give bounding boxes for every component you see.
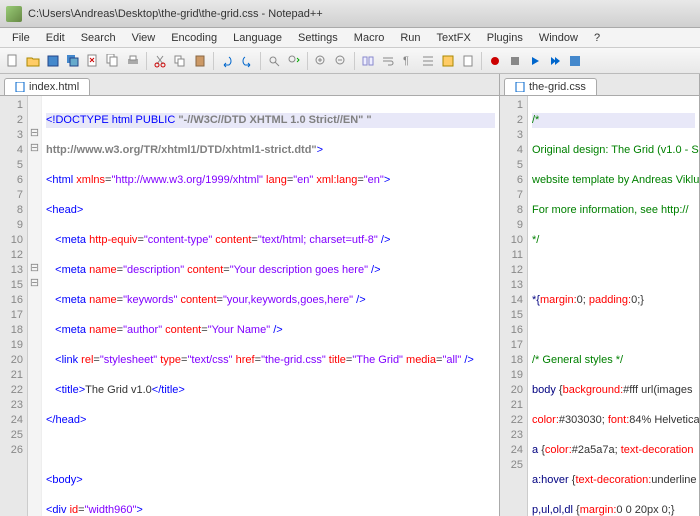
gutter: 1234567891011121314151617181920212223242… <box>500 96 528 516</box>
menu-encoding[interactable]: Encoding <box>163 30 225 46</box>
fold-column[interactable]: ⊟⊟ ⊟⊟ <box>28 96 42 516</box>
right-pane: the-grid.css 123456789101112131415161718… <box>500 74 700 516</box>
menu-search[interactable]: Search <box>73 30 124 46</box>
find-icon[interactable] <box>265 52 283 70</box>
redo-icon[interactable] <box>238 52 256 70</box>
left-pane: index.html 12345678910121315161718192021… <box>0 74 500 516</box>
menu-settings[interactable]: Settings <box>290 30 346 46</box>
saveall-icon[interactable] <box>64 52 82 70</box>
tab-index[interactable]: index.html <box>4 78 90 95</box>
tab-label: the-grid.css <box>529 81 586 93</box>
chars-icon[interactable]: ¶ <box>399 52 417 70</box>
file-icon <box>15 82 25 92</box>
playmulti-icon[interactable] <box>546 52 564 70</box>
undo-icon[interactable] <box>218 52 236 70</box>
zoomin-icon[interactable] <box>312 52 330 70</box>
tab-row-right: the-grid.css <box>500 74 699 96</box>
indent-icon[interactable] <box>419 52 437 70</box>
tab-row-left: index.html <box>0 74 499 96</box>
cut-icon[interactable] <box>151 52 169 70</box>
zoomout-icon[interactable] <box>332 52 350 70</box>
editor-left[interactable]: 123456789101213151617181920212223242526 … <box>0 96 499 516</box>
editor-right[interactable]: 1234567891011121314151617181920212223242… <box>500 96 699 516</box>
wrap-icon[interactable] <box>379 52 397 70</box>
tab-css[interactable]: the-grid.css <box>504 78 597 95</box>
gutter: 123456789101213151617181920212223242526 <box>0 96 28 516</box>
close-icon[interactable] <box>84 52 102 70</box>
menu-plugins[interactable]: Plugins <box>479 30 531 46</box>
doc-icon[interactable] <box>459 52 477 70</box>
tab-label: index.html <box>29 81 79 93</box>
app-icon <box>6 6 22 22</box>
toolbar: ¶ <box>0 48 700 74</box>
paste-icon[interactable] <box>191 52 209 70</box>
print-icon[interactable] <box>124 52 142 70</box>
menu-window[interactable]: Window <box>531 30 586 46</box>
new-icon[interactable] <box>4 52 22 70</box>
menu-run[interactable]: Run <box>392 30 428 46</box>
record-icon[interactable] <box>486 52 504 70</box>
menu-language[interactable]: Language <box>225 30 290 46</box>
window-title: C:\Users\Andreas\Desktop\the-grid\the-gr… <box>28 8 323 20</box>
lang-icon[interactable] <box>439 52 457 70</box>
file-icon <box>515 82 525 92</box>
closeall-icon[interactable] <box>104 52 122 70</box>
code-area[interactable]: /* Original design: The Grid (v1.0 - S w… <box>528 96 699 516</box>
replace-icon[interactable] <box>285 52 303 70</box>
menu-edit[interactable]: Edit <box>38 30 73 46</box>
sync-icon[interactable] <box>359 52 377 70</box>
play-icon[interactable] <box>526 52 544 70</box>
open-icon[interactable] <box>24 52 42 70</box>
copy-icon[interactable] <box>171 52 189 70</box>
menu-help[interactable]: ? <box>586 30 608 46</box>
svg-text:¶: ¶ <box>403 55 409 67</box>
menu-textfx[interactable]: TextFX <box>429 30 479 46</box>
save-icon[interactable] <box>44 52 62 70</box>
saverec-icon[interactable] <box>566 52 584 70</box>
menu-macro[interactable]: Macro <box>346 30 393 46</box>
menu-view[interactable]: View <box>124 30 164 46</box>
menu-file[interactable]: File <box>4 30 38 46</box>
code-area[interactable]: <!DOCTYPE html PUBLIC "-//W3C//DTD XHTML… <box>42 96 499 516</box>
stop-icon[interactable] <box>506 52 524 70</box>
menubar: File Edit Search View Encoding Language … <box>0 28 700 48</box>
titlebar: C:\Users\Andreas\Desktop\the-grid\the-gr… <box>0 0 700 28</box>
